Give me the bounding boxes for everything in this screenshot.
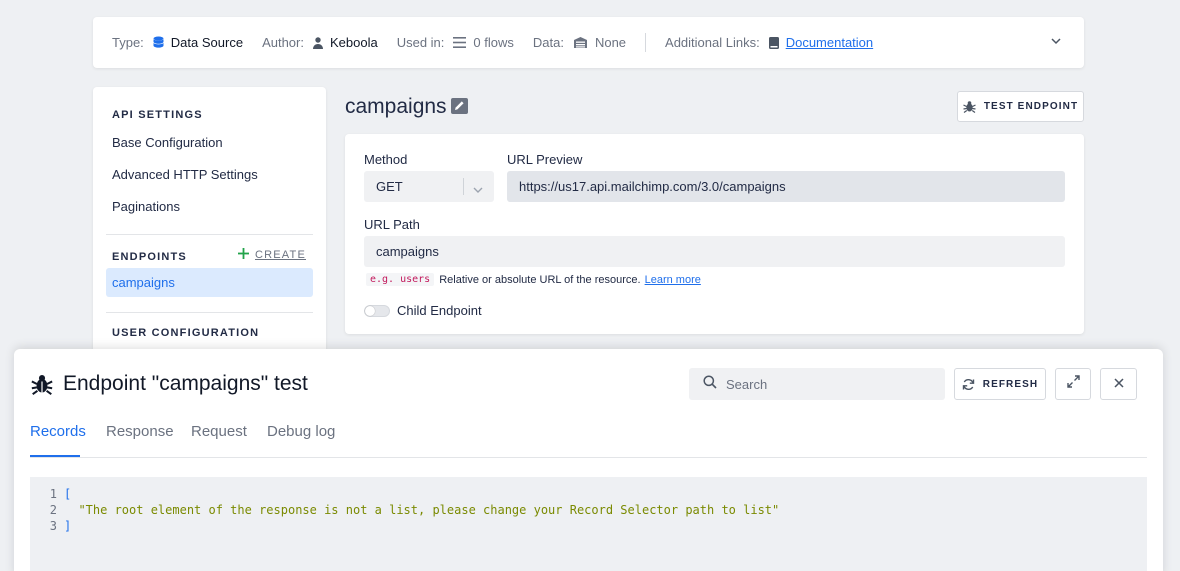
url-path-label: URL Path (364, 217, 420, 232)
chevron-down-icon[interactable] (1050, 35, 1062, 50)
user-configuration-heading: USER CONFIGURATION (112, 327, 260, 339)
links-label: Additional Links: (665, 35, 760, 50)
list-icon (453, 37, 467, 48)
method-select[interactable]: GET (364, 171, 494, 202)
url-path-hint: e.g. users Relative or absolute URL of t… (366, 273, 701, 286)
bug-icon (963, 100, 976, 113)
endpoint-title: campaigns (345, 95, 447, 118)
method-value: GET (376, 179, 403, 194)
create-endpoint-button[interactable]: CREATE (237, 248, 306, 262)
storage-icon (573, 37, 588, 48)
divider (463, 178, 464, 195)
hint-example: e.g. users (366, 273, 435, 286)
refresh-label: REFRESH (982, 378, 1039, 390)
close-icon (1113, 375, 1124, 393)
divider (645, 33, 647, 52)
code-text: [ (64, 487, 72, 501)
used-in-value[interactable]: 0 flows (473, 35, 513, 50)
hint-text: Relative or absolute URL of the resource… (439, 273, 641, 286)
url-path-input[interactable]: campaigns (364, 236, 1065, 267)
test-endpoint-label: TEST ENDPOINT (983, 101, 1079, 112)
child-endpoint-toggle[interactable] (364, 305, 390, 317)
code-text: "The root element of the response is not… (64, 503, 780, 517)
documentation-link[interactable]: Documentation (786, 35, 873, 50)
tab-debug-log[interactable]: Debug log (267, 423, 335, 440)
code-line: 1 [ (30, 486, 1147, 502)
book-icon (768, 36, 779, 49)
refresh-button[interactable]: REFRESH (954, 368, 1046, 400)
data-value: None (594, 35, 627, 50)
line-number: 2 (49, 503, 57, 517)
search-box[interactable] (689, 368, 945, 400)
url-preview-field: https://us17.api.mailchimp.com/3.0/campa… (507, 171, 1065, 202)
sidebar-item-campaigns[interactable]: campaigns (106, 268, 313, 297)
bug-icon (31, 373, 53, 400)
settings-sidebar: API SETTINGS Base Configuration Advanced… (93, 87, 326, 387)
method-label: Method (364, 152, 408, 167)
sidebar-item-paginations[interactable]: Paginations (112, 199, 180, 214)
data-meta: Data: None (533, 35, 626, 50)
endpoint-test-modal: Endpoint "campaigns" test REFRESH Record… (14, 349, 1163, 571)
toggle-knob (365, 306, 375, 316)
expand-button[interactable] (1055, 368, 1091, 400)
learn-more-link[interactable]: Learn more (645, 274, 701, 286)
divider (106, 234, 313, 235)
endpoints-heading: ENDPOINTS (112, 251, 187, 263)
line-number: 3 (49, 519, 57, 533)
records-code-viewer[interactable]: 1 [ 2 "The root element of the response … (30, 477, 1147, 571)
edit-icon[interactable] (451, 98, 468, 119)
expand-icon (1066, 375, 1080, 393)
author-meta: Author: Keboola (262, 35, 378, 50)
user-icon (312, 36, 323, 49)
tab-records[interactable]: Records (30, 423, 86, 440)
child-endpoint-label: Child Endpoint (397, 303, 482, 318)
search-input[interactable] (726, 376, 926, 392)
code-line: 3 ] (30, 518, 1147, 534)
api-settings-heading: API SETTINGS (112, 109, 203, 121)
search-icon (703, 374, 717, 394)
data-label: Data: (532, 35, 564, 50)
used-in-meta: Used in: 0 flows (397, 35, 514, 50)
divider (30, 457, 1147, 458)
plus-icon (237, 248, 249, 262)
refresh-icon (962, 378, 975, 391)
sidebar-item-base-configuration[interactable]: Base Configuration (112, 135, 223, 150)
endpoint-form: Method GET URL Preview https://us17.api.… (345, 134, 1084, 334)
component-info-bar: Type: Data Source Author: Keboola Used i… (93, 17, 1084, 68)
type-value: Data Source (170, 35, 244, 50)
tab-response[interactable]: Response (106, 423, 174, 440)
sidebar-item-advanced-http-settings[interactable]: Advanced HTTP Settings (112, 167, 258, 182)
create-label: CREATE (254, 249, 306, 261)
type-meta: Type: Data Source (112, 35, 243, 50)
modal-title: Endpoint "campaigns" test (63, 372, 308, 395)
tab-request[interactable]: Request (191, 423, 247, 440)
database-icon (153, 36, 164, 49)
author-label: Author: (262, 35, 304, 50)
code-text: ] (64, 519, 72, 533)
test-endpoint-button[interactable]: TEST ENDPOINT (957, 91, 1084, 122)
close-button[interactable] (1100, 368, 1137, 400)
url-preview-label: URL Preview (507, 152, 583, 167)
code-line: 2 "The root element of the response is n… (30, 502, 1147, 518)
line-number: 1 (49, 487, 57, 501)
author-value: Keboola (329, 35, 378, 50)
links-meta: Additional Links: Documentation (665, 35, 873, 50)
used-in-label: Used in: (396, 35, 445, 50)
divider (106, 312, 313, 313)
type-label: Type: (112, 35, 144, 50)
chevron-down-icon (473, 182, 483, 197)
